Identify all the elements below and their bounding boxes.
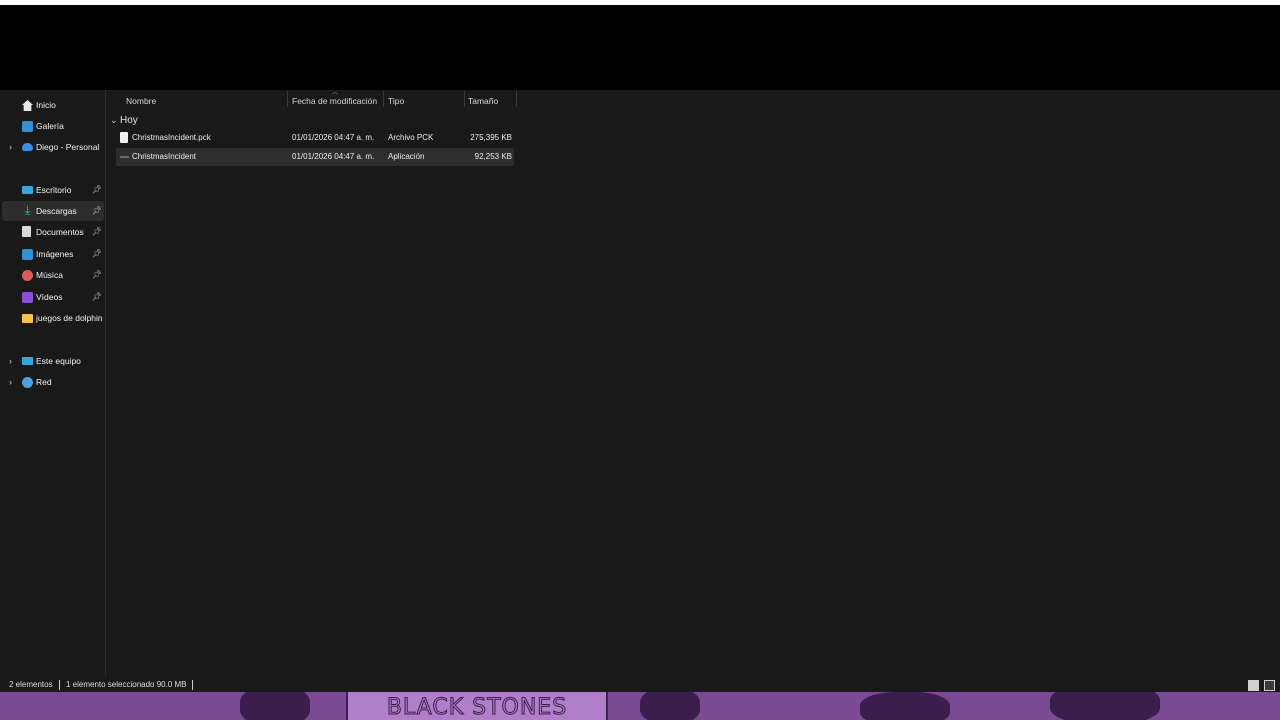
sidebar-item-label: Música xyxy=(36,270,63,280)
status-separator xyxy=(192,680,193,690)
file-name: ChristmasIncident xyxy=(132,152,197,161)
sidebar-item-red[interactable]: › Red xyxy=(2,372,104,392)
images-icon xyxy=(22,249,33,260)
pin-icon[interactable]: 📌︎ xyxy=(92,249,102,258)
onedrive-cloud-icon xyxy=(22,143,33,151)
column-header-name[interactable]: Nombre xyxy=(126,94,156,108)
pin-icon[interactable]: 📌︎ xyxy=(92,270,102,279)
group-header-hoy[interactable]: ⌄ Hoy xyxy=(110,113,138,127)
sidebar-item-label: Inicio xyxy=(36,100,56,110)
selection-info: 1 elemento seleccionado 90.0 MB xyxy=(66,680,187,689)
desktop-wallpaper: BLACK STONES xyxy=(0,692,1280,720)
file-row[interactable]: ChristmasIncident.pck 01/01/2026 04:47 a… xyxy=(116,129,514,147)
file-row[interactable]: ChristmasIncident 01/01/2026 04:47 a. m.… xyxy=(116,148,514,166)
sidebar-item-juegos-de-dolphin[interactable]: juegos de dolphin xyxy=(2,308,104,328)
group-label: Hoy xyxy=(120,114,138,126)
pin-icon[interactable]: 📌︎ xyxy=(92,292,102,301)
item-count: 2 elementos xyxy=(9,680,53,689)
sidebar-item-inicio[interactable]: Inicio xyxy=(2,95,104,115)
sidebar-item-documentos[interactable]: Documentos 📌︎ xyxy=(2,222,104,242)
status-separator xyxy=(59,680,60,690)
sidebar-item-onedrive[interactable]: › Diego - Personal xyxy=(2,137,104,157)
wallpaper-art xyxy=(240,692,310,720)
file-modified: 01/01/2026 04:47 a. m. xyxy=(292,152,375,161)
chevron-right-icon[interactable]: › xyxy=(9,142,12,152)
sidebar-item-label: Vídeos xyxy=(36,292,63,302)
sidebar-item-label: Imágenes xyxy=(36,249,74,259)
sidebar-item-label: Este equipo xyxy=(36,356,81,366)
chevron-right-icon[interactable]: › xyxy=(9,356,12,366)
gallery-icon xyxy=(22,121,33,132)
sidebar-item-descargas[interactable]: ⤓ Descargas 📌︎ xyxy=(2,201,104,221)
desktop-icon xyxy=(22,186,33,194)
computer-icon xyxy=(22,357,33,365)
wallpaper-art xyxy=(1050,692,1160,720)
sidebar-item-musica[interactable]: Música 📌︎ xyxy=(2,265,104,285)
status-bar: 2 elementos 1 elemento seleccionado 90.0… xyxy=(0,677,1280,692)
column-separator[interactable] xyxy=(464,91,465,107)
wallpaper-banner: BLACK STONES xyxy=(346,692,608,720)
sidebar-item-label: Galería xyxy=(36,121,64,131)
column-header-type[interactable]: Tipo xyxy=(388,94,404,108)
sidebar-item-label: Diego - Personal xyxy=(36,142,100,152)
column-separator[interactable] xyxy=(516,91,517,107)
navigation-pane: Inicio Galería › Diego - Personal Escrit… xyxy=(0,90,105,677)
window-header-area xyxy=(0,5,1280,90)
details-view-button[interactable] xyxy=(1248,680,1259,691)
wallpaper-art xyxy=(860,692,950,720)
sidebar-item-label: Red xyxy=(36,377,52,387)
column-separator[interactable] xyxy=(287,91,288,107)
music-icon xyxy=(22,270,33,281)
file-size: 92,253 KB xyxy=(474,152,512,161)
document-icon xyxy=(22,226,31,237)
sidebar-item-imagenes[interactable]: Imágenes 📌︎ xyxy=(2,244,104,264)
column-header-size[interactable]: Tamaño xyxy=(468,94,498,108)
application-icon xyxy=(120,156,129,158)
sidebar-item-escritorio[interactable]: Escritorio 📌︎ xyxy=(2,180,104,200)
pin-icon[interactable]: 📌︎ xyxy=(92,227,102,236)
sidebar-item-label: Escritorio xyxy=(36,185,72,195)
sidebar-item-label: juegos de dolphin xyxy=(36,313,103,323)
tiles-view-button[interactable] xyxy=(1264,680,1275,691)
download-icon: ⤓ xyxy=(24,203,31,217)
file-name: ChristmasIncident.pck xyxy=(132,133,211,142)
sidebar-item-label: Descargas xyxy=(36,206,77,216)
file-type: Aplicación xyxy=(388,152,425,161)
folder-icon xyxy=(22,314,33,323)
pin-icon[interactable]: 📌︎ xyxy=(92,206,102,215)
sidebar-item-este-equipo[interactable]: › Este equipo xyxy=(2,351,104,371)
pin-icon[interactable]: 📌︎ xyxy=(92,185,102,194)
sidebar-item-galeria[interactable]: Galería xyxy=(2,116,104,136)
file-type: Archivo PCK xyxy=(388,133,434,142)
file-size: 275,395 KB xyxy=(470,133,512,142)
chevron-down-icon[interactable]: ⌄ xyxy=(110,115,120,126)
network-icon xyxy=(22,377,33,388)
sidebar-item-videos[interactable]: Vídeos 📌︎ xyxy=(2,287,104,307)
wallpaper-art xyxy=(640,692,700,720)
chevron-right-icon[interactable]: › xyxy=(9,377,12,387)
column-header-modified[interactable]: Fecha de modificación xyxy=(292,94,377,108)
wallpaper-text: BLACK STONES xyxy=(386,695,568,720)
videos-icon xyxy=(22,292,33,303)
file-list-pane: ︿ Nombre Fecha de modificación Tipo Tama… xyxy=(106,90,1280,677)
column-separator[interactable] xyxy=(383,91,384,107)
home-icon xyxy=(22,100,33,111)
file-modified: 01/01/2026 04:47 a. m. xyxy=(292,133,375,142)
file-icon xyxy=(120,132,128,143)
sidebar-item-label: Documentos xyxy=(36,227,84,237)
